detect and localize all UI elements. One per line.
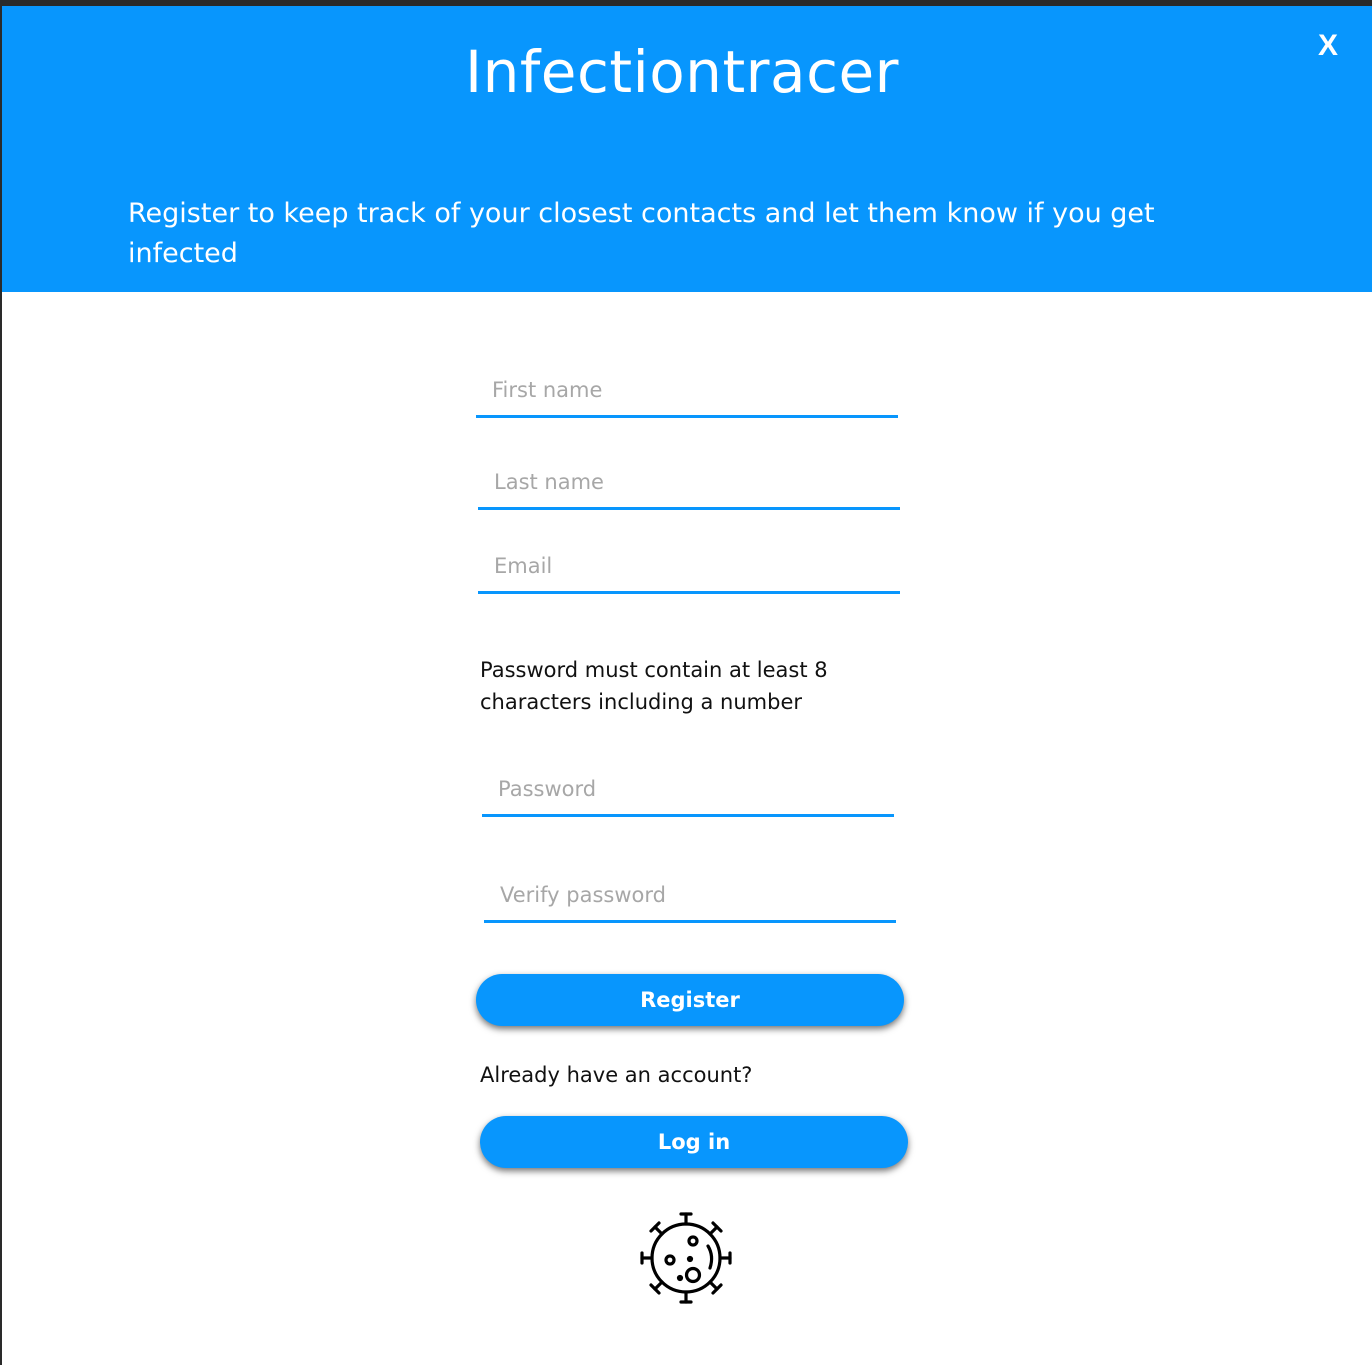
header-subtitle: Register to keep track of your closest c… xyxy=(128,198,1155,269)
first-name-field[interactable] xyxy=(476,365,898,418)
login-button[interactable]: Log in xyxy=(480,1116,908,1168)
verify-password-input[interactable] xyxy=(484,870,896,920)
first-name-input[interactable] xyxy=(476,365,898,415)
password-field[interactable] xyxy=(482,764,894,817)
already-account-text: Already have an account? xyxy=(480,1063,753,1087)
password-hint: Password must contain at least 8 charact… xyxy=(480,658,828,714)
last-name-field[interactable] xyxy=(478,457,900,510)
header-banner: Infectiontracer X Register to keep track… xyxy=(2,6,1372,292)
virus-icon xyxy=(640,1212,732,1304)
app-title: Infectiontracer xyxy=(464,38,899,106)
email-input[interactable] xyxy=(478,541,900,591)
password-input[interactable] xyxy=(482,764,894,814)
last-name-input[interactable] xyxy=(478,457,900,507)
verify-password-field[interactable] xyxy=(484,870,896,923)
close-button[interactable]: X xyxy=(1312,26,1344,66)
email-field[interactable] xyxy=(478,541,900,594)
register-button[interactable]: Register xyxy=(476,974,904,1026)
registration-window: Infectiontracer X Register to keep track… xyxy=(2,6,1372,1365)
